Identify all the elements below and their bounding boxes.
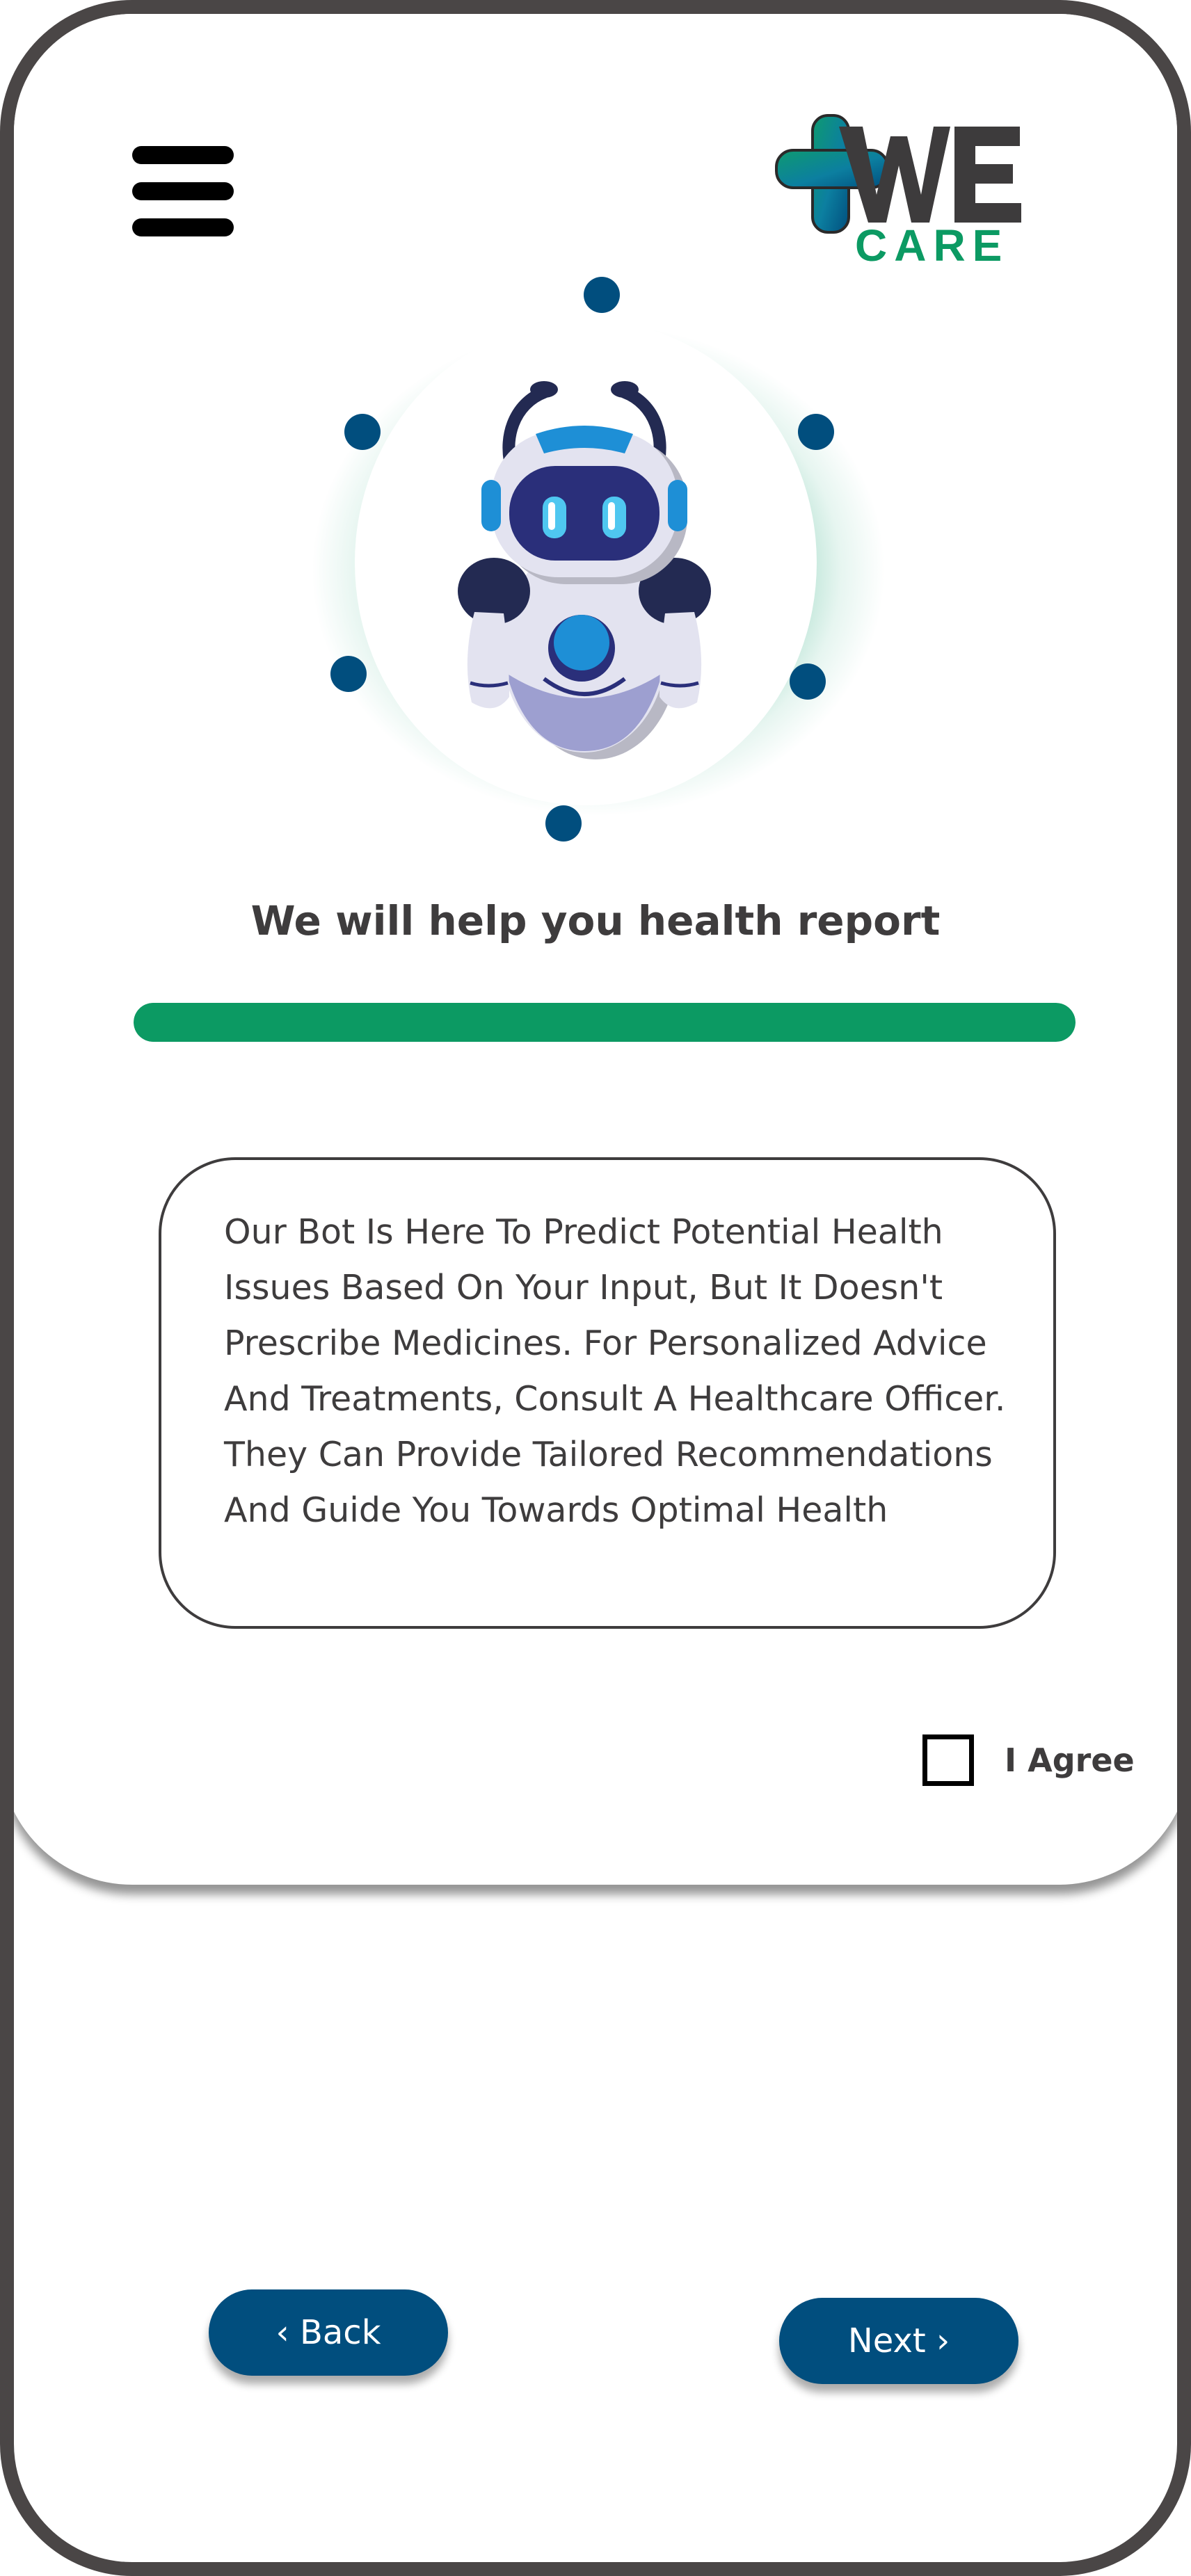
robot-icon <box>458 381 711 759</box>
disclaimer-text: Our Bot Is Here To Predict Potential Hea… <box>224 1212 1006 1530</box>
phone-frame: CARE <box>0 0 1191 2576</box>
orbit-dot <box>344 414 381 450</box>
orbit-dot <box>798 414 834 450</box>
page-title: We will help you health report <box>250 897 941 944</box>
hamburger-menu-icon[interactable] <box>132 146 234 236</box>
agree-checkbox[interactable] <box>922 1734 974 1786</box>
menu-bar <box>132 182 234 200</box>
orbit-dot <box>790 663 826 700</box>
orbit-dot <box>330 656 367 692</box>
progress-bar <box>134 1003 1076 1042</box>
agree-label[interactable]: I Agree <box>1005 1741 1135 1779</box>
orbit-dot <box>584 277 620 313</box>
progress-fill <box>134 1003 1076 1042</box>
disclaimer-box: Our Bot Is Here To Predict Potential Hea… <box>159 1157 1056 1629</box>
menu-bar <box>132 218 234 236</box>
back-button[interactable]: ‹ Back <box>209 2289 448 2376</box>
next-button[interactable]: Next › <box>779 2298 1018 2384</box>
menu-bar <box>132 146 234 164</box>
orbit-dot <box>545 805 582 842</box>
